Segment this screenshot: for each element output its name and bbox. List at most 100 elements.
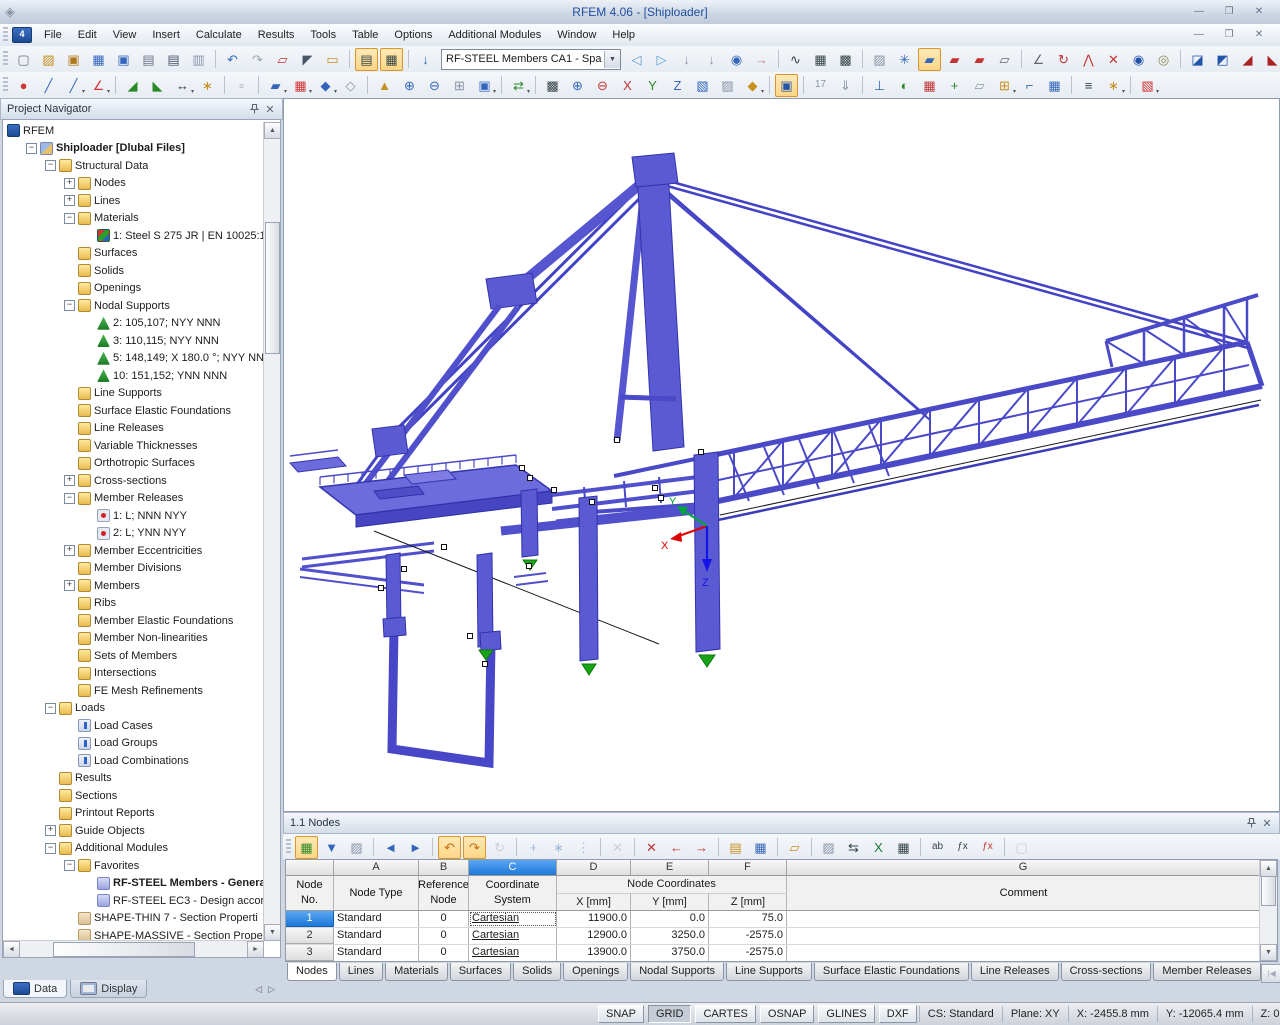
printout-report-icon[interactable]: ▤: [137, 48, 160, 71]
collapse-box[interactable]: −: [45, 703, 56, 714]
expand-box[interactable]: +: [64, 195, 75, 206]
status-toggle-grid[interactable]: GRID: [648, 1005, 692, 1023]
edit-mode-icon[interactable]: ▱: [271, 48, 294, 71]
menu-table[interactable]: Table: [344, 26, 386, 44]
scroll-down-icon[interactable]: ▼: [1260, 944, 1277, 961]
previous-load-case-icon[interactable]: ◁: [625, 48, 648, 71]
tree-item-fe-mesh-refinements[interactable]: FE Mesh Refinements: [3, 682, 264, 700]
menu-help[interactable]: Help: [604, 26, 643, 44]
tree-item-surfaces[interactable]: Surfaces: [3, 245, 264, 263]
toolbar-grip[interactable]: [3, 77, 8, 93]
mark-rows-icon[interactable]: ▦: [749, 836, 772, 859]
tree-item-nodes[interactable]: +Nodes: [3, 175, 264, 193]
save-copy-icon[interactable]: ▦: [87, 48, 110, 71]
tree-item-member-non-linearities[interactable]: Member Non-linearities: [3, 630, 264, 648]
expand-box[interactable]: +: [64, 178, 75, 189]
restore-button[interactable]: ❐: [1216, 5, 1242, 20]
reference-node-cell[interactable]: 0: [419, 945, 469, 961]
tree-item-shape-massive-section-prope[interactable]: SHAPE-MASSIVE - Section Prope: [3, 927, 264, 941]
module-dropdown[interactable]: RF-STEEL Members CA1 - Spa ▼: [441, 49, 621, 70]
scrollbar-thumb[interactable]: [53, 942, 195, 957]
next-load-case-icon[interactable]: ▷: [650, 48, 673, 71]
delete-row-icon[interactable]: →: [690, 836, 713, 859]
toolbar-grip[interactable]: [286, 839, 291, 855]
status-toggle-cartes[interactable]: CARTES: [695, 1005, 755, 1023]
comment-cell[interactable]: [787, 945, 1260, 961]
delete-formula-icon[interactable]: ƒx: [976, 836, 999, 859]
save-icon[interactable]: ▣: [112, 48, 135, 71]
menu-results[interactable]: Results: [250, 26, 303, 44]
tree-item-sections[interactable]: Sections: [3, 787, 264, 805]
collapse-box[interactable]: −: [64, 860, 75, 871]
table-tab-solids[interactable]: Solids: [513, 963, 561, 981]
show-loads-icon[interactable]: ⇓: [834, 74, 857, 97]
jump-last-column-icon[interactable]: ►: [404, 836, 427, 859]
tree-item-load-groups[interactable]: Load Groups: [3, 735, 264, 753]
isometric-view-icon[interactable]: ▧: [691, 74, 714, 97]
show-tables-icon[interactable]: ▦: [380, 48, 403, 71]
collapse-box[interactable]: −: [45, 160, 56, 171]
collapse-box[interactable]: −: [26, 143, 37, 154]
tree-item-member-divisions[interactable]: Member Divisions: [3, 560, 264, 578]
insert-comment-icon[interactable]: ∗: [196, 74, 219, 97]
comment-cell[interactable]: [787, 928, 1260, 944]
exchange-icon[interactable]: ⇆: [842, 836, 865, 859]
select-pointer-icon[interactable]: ◤: [296, 48, 319, 71]
row-number[interactable]: 3: [286, 945, 334, 961]
y-coordinate-cell[interactable]: 3750.0: [631, 945, 709, 961]
tree-item-additional-modules[interactable]: −Additional Modules: [3, 840, 264, 858]
scroll-up-icon[interactable]: ▲: [264, 122, 281, 139]
tree-item-results[interactable]: Results: [3, 770, 264, 788]
insert-opening-icon[interactable]: ▦▾: [289, 74, 312, 97]
open-file-icon[interactable]: ▨: [37, 48, 60, 71]
column-letter[interactable]: G: [787, 860, 1260, 875]
show-navigator-icon[interactable]: ▤: [355, 48, 378, 71]
3d-model-view[interactable]: X Y Z: [283, 98, 1280, 812]
scroll-up-icon[interactable]: ▲: [1260, 860, 1277, 877]
menu-additional-modules[interactable]: Additional Modules: [440, 26, 549, 44]
insert-surface-icon[interactable]: ▰▾: [264, 74, 287, 97]
find-replace-icon[interactable]: ab: [926, 836, 949, 859]
print-preview-icon[interactable]: ▥: [187, 48, 210, 71]
table-tab-cross-sections[interactable]: Cross-sections: [1061, 963, 1152, 981]
x-coordinate-cell[interactable]: 11900.0: [557, 911, 631, 927]
menu-view[interactable]: View: [105, 26, 145, 44]
generator-wand-icon[interactable]: ∗▾: [1102, 74, 1125, 97]
y-coordinate-cell[interactable]: 0.0: [631, 911, 709, 927]
result-diagram-icon[interactable]: →: [750, 48, 773, 71]
new-window-icon[interactable]: ▭: [321, 48, 344, 71]
tree-item-member-releases[interactable]: −Member Releases: [3, 490, 264, 508]
calculator-icon[interactable]: ▦: [892, 836, 915, 859]
table-filter-icon[interactable]: ▨: [345, 836, 368, 859]
x-coordinate-cell[interactable]: 13900.0: [557, 945, 631, 961]
scrollbar-thumb[interactable]: [1261, 876, 1276, 906]
row-number[interactable]: 1: [286, 911, 334, 927]
tree-item-variable-thicknesses[interactable]: Variable Thicknesses: [3, 437, 264, 455]
column-letter[interactable]: B: [419, 860, 469, 875]
corner-cell[interactable]: [286, 860, 334, 875]
tree-item-ribs[interactable]: Ribs: [3, 595, 264, 613]
menu-insert[interactable]: Insert: [144, 26, 188, 44]
work-plane-icon[interactable]: ✳: [893, 48, 916, 71]
node-type-cell[interactable]: Standard: [334, 928, 419, 944]
insert-eccentricity-icon[interactable]: ⊞: [448, 74, 471, 97]
view-in-z-icon[interactable]: Z: [666, 74, 689, 97]
tree-item-materials[interactable]: −Materials: [3, 210, 264, 228]
tree-item-line-releases[interactable]: Line Releases: [3, 420, 264, 438]
plane-xz-icon[interactable]: ▰: [968, 48, 991, 71]
plane-xy-icon[interactable]: ▰: [918, 48, 941, 71]
mdi-close-button[interactable]: ✕: [1246, 28, 1272, 43]
jump-first-column-icon[interactable]: ◄: [379, 836, 402, 859]
status-toggle-dxf[interactable]: DXF: [879, 1005, 917, 1023]
x-coordinate-cell[interactable]: 12900.0: [557, 928, 631, 944]
tree-item-openings[interactable]: Openings: [3, 280, 264, 298]
tree-item-solids[interactable]: Solids: [3, 262, 264, 280]
z-coordinate-cell[interactable]: 75.0: [709, 911, 787, 927]
table-tab-nodal-supports[interactable]: Nodal Supports: [630, 963, 724, 981]
rotate-node-1-icon[interactable]: ◢: [1236, 48, 1259, 71]
node-type-cell[interactable]: Standard: [334, 945, 419, 961]
tree-item-printout-reports[interactable]: Printout Reports: [3, 805, 264, 823]
print-icon[interactable]: ▤: [162, 48, 185, 71]
tree-item-cross-sections[interactable]: +Cross-sections: [3, 472, 264, 490]
delete-object-icon[interactable]: ✕: [1102, 48, 1125, 71]
